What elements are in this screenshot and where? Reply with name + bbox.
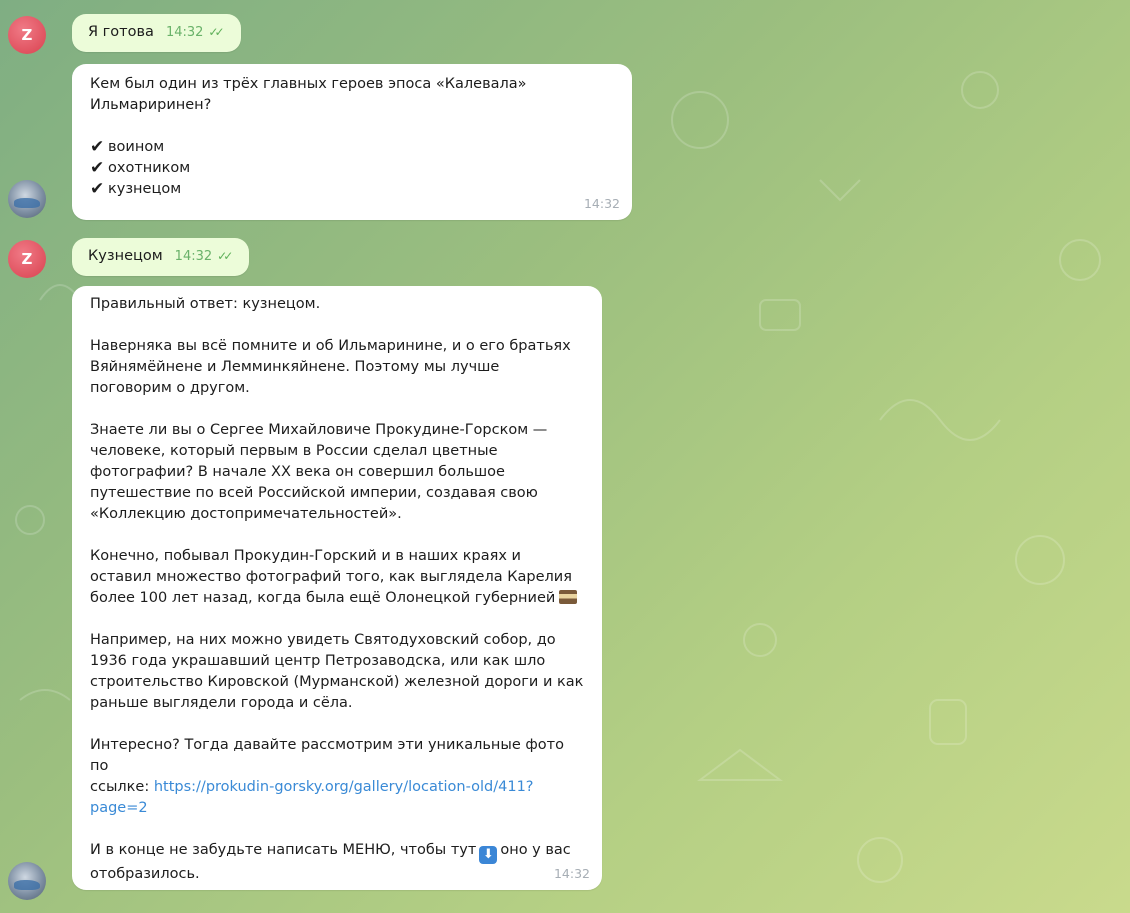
gallery-link[interactable]: https://prokudin-gorsky.org/gallery/loca… bbox=[90, 779, 534, 816]
answer-paragraph: Конечно, побывал Прокудин-Горский и в на… bbox=[90, 546, 584, 609]
message-meta: 14:32 ✓✓ bbox=[175, 246, 234, 267]
avatar-initial: Z bbox=[21, 250, 33, 268]
answer-paragraph: Правильный ответ: кузнецом. bbox=[90, 296, 321, 312]
message-time: 14:32 bbox=[174, 249, 213, 264]
message-meta: 14:32 ✓✓ bbox=[166, 22, 225, 43]
chat-area[interactable]: Z Я готова 14:32 ✓✓ Кем был один из трёх… bbox=[0, 0, 1130, 913]
answer-paragraph: Наверняка вы всё помните и об Ильмаринин… bbox=[90, 338, 571, 396]
quiz-question: Кем был один из трёх главных героев эпос… bbox=[90, 76, 527, 113]
quiz-option-label: воином bbox=[108, 139, 165, 155]
answer-paragraph: Знаете ли вы о Сергее Михайловиче Прокуд… bbox=[90, 422, 548, 522]
quiz-option-label: охотником bbox=[108, 160, 191, 176]
message-bubble-outgoing[interactable]: Я готова 14:32 ✓✓ bbox=[72, 14, 241, 52]
quiz-option: ✔ кузнецом bbox=[90, 179, 614, 200]
check-mark-icon: ✔ bbox=[90, 179, 105, 199]
bot-avatar[interactable] bbox=[8, 180, 46, 218]
message-bubble-incoming-quiz[interactable]: Кем был один из трёх главных героев эпос… bbox=[72, 64, 632, 220]
answer-text: Конечно, побывал Прокудин-Горский и в на… bbox=[90, 548, 572, 606]
answer-text: И в конце не забудьте написать МЕНЮ, что… bbox=[90, 842, 477, 858]
message-bubble-incoming-answer[interactable]: Правильный ответ: кузнецом. Наверняка вы… bbox=[72, 286, 602, 890]
read-double-check-icon: ✓✓ bbox=[208, 25, 224, 39]
bot-avatar[interactable] bbox=[8, 862, 46, 900]
answer-paragraph: И в конце не забудьте написать МЕНЮ, что… bbox=[90, 840, 584, 885]
books-emoji-icon bbox=[559, 590, 578, 604]
message-time: 14:32 bbox=[165, 25, 204, 40]
quiz-option: ✔ охотником bbox=[90, 158, 614, 179]
check-mark-icon: ✔ bbox=[90, 137, 105, 157]
message-bubble-outgoing[interactable]: Кузнецом 14:32 ✓✓ bbox=[72, 238, 250, 276]
user-avatar[interactable]: Z bbox=[8, 240, 46, 278]
down-arrow-emoji-icon: ⬇ bbox=[479, 846, 498, 864]
message-text: Кузнецом bbox=[88, 248, 163, 264]
message-time: 14:32 bbox=[583, 196, 620, 211]
user-avatar[interactable]: Z bbox=[8, 16, 46, 54]
quiz-option-label: кузнецом bbox=[108, 181, 182, 197]
quiz-option: ✔ воином bbox=[90, 137, 614, 158]
avatar-initial: Z bbox=[21, 26, 33, 44]
answer-paragraph: Например, на них можно увидеть Святодухо… bbox=[90, 632, 584, 711]
message-time: 14:32 bbox=[553, 866, 590, 881]
answer-paragraph: Интересно? Тогда давайте рассмотрим эти … bbox=[90, 735, 584, 819]
message-text: Я готова bbox=[88, 24, 154, 40]
read-double-check-icon: ✓✓ bbox=[217, 249, 233, 263]
check-mark-icon: ✔ bbox=[90, 158, 105, 178]
